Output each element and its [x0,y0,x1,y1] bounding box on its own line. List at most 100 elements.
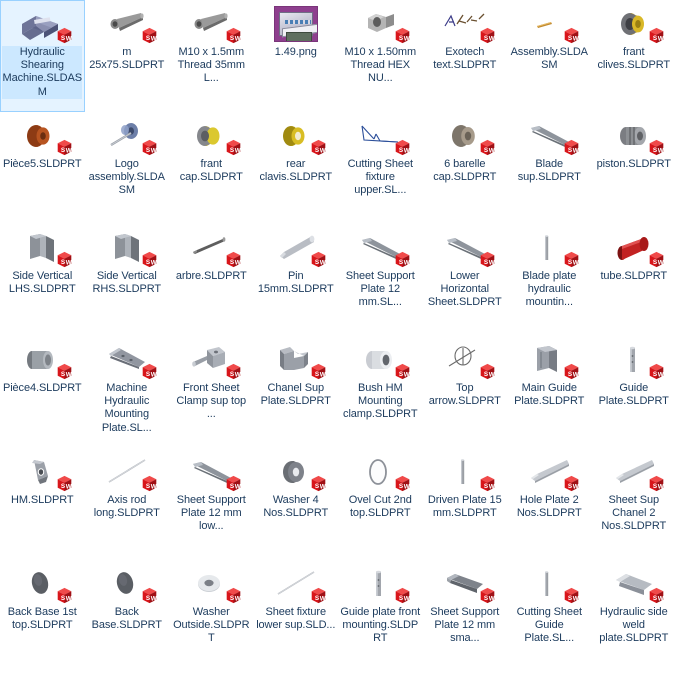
file-item[interactable]: S W Sheet Sup Chanel 2 Nos.SLDPRT [592,448,676,560]
file-item[interactable]: S W Axis rod long.SLDPRT [85,448,170,560]
file-name-label: 1.49.png [274,46,317,58]
file-thumbnail: SW [178,563,244,605]
file-thumbnail: SW [263,339,329,381]
file-item[interactable]: S W Washer 4 Nos.SLDPRT [254,448,339,560]
file-name-label: frant cap.SLDPRT [179,158,243,184]
file-thumbnail: SW [94,339,160,381]
file-item[interactable]: S W Exotech text.SLDPRT [423,0,508,112]
svg-text:S: S [653,147,657,154]
file-item[interactable]: S W Blade sup.SLDPRT [507,112,592,224]
svg-text:S: S [399,371,403,378]
file-item[interactable]: S W Machine Hydraulic Mounting Plate.SL... [85,336,170,448]
file-item[interactable]: S W Cutting Sheet fixture upper.SL... [338,112,423,224]
file-name-label: Washer Outside.SLDPRT [173,606,250,645]
solidworks-badge-icon: SW [564,139,579,156]
svg-text:S: S [484,371,488,378]
file-item[interactable]: S Wrear clavis.SLDPRT [254,112,339,224]
solidworks-badge-icon: SW [311,363,325,380]
file-name-label: Sheet Support Plate 12 mm sma... [430,606,500,645]
solidworks-badge-icon: SW [226,475,241,492]
svg-text:S: S [146,483,150,490]
thumbnail-art-png-image [273,6,318,42]
file-item[interactable]: S W Lower Horizontal Sheet.SLDPRT [423,224,508,336]
svg-text:W: W [235,483,241,490]
file-item[interactable]: S W HM.SLDPRT [0,448,85,560]
solidworks-badge-icon: SW [649,27,663,44]
file-item[interactable]: SW 6 barelle cap.SLDPRT [423,112,508,224]
file-item[interactable]: S W Guide Plate.SLDPRT [592,336,676,448]
file-item[interactable]: S W Chanel Sup Plate.SLDPRT [254,336,339,448]
svg-text:W: W [404,259,410,266]
svg-text:W: W [657,259,663,266]
file-item[interactable]: 1.49.png [254,0,339,112]
file-thumbnail: SW [347,339,413,381]
svg-text:S: S [653,595,657,602]
file-item[interactable]: S W Hydraulic Shearing Machine.SLDASM [0,0,85,112]
solidworks-badge-icon: SW [226,587,241,604]
file-item[interactable]: S Warbre.SLDPRT [169,224,254,336]
file-item[interactable]: S W Pin 15mm.SLDPRT [254,224,339,336]
solidworks-badge-icon: SW [57,587,72,604]
solidworks-badge-icon: SW [564,251,579,268]
file-item[interactable]: S Wtube.SLDPRT [592,224,676,336]
solidworks-badge-icon: SW [142,587,156,604]
file-item[interactable]: S W Back Base 1st top.SLDPRT [0,560,85,672]
file-icon-grid[interactable]: S W Hydraulic Shearing Machine.SLDASM S Wm 2… [0,0,676,672]
svg-text:S: S [315,147,319,154]
svg-text:W: W [150,595,156,602]
file-item[interactable]: S W Washer Outside.SLDPRT [169,560,254,672]
file-name-label: Pièce5.SLDPRT [2,158,82,170]
svg-text:S: S [61,35,65,42]
file-item[interactable]: S W Assembly.SLDASM [507,0,592,112]
file-thumbnail: SW [516,451,582,493]
file-item[interactable]: SWm 25x75.SLDPRT [85,0,170,112]
svg-text:W: W [573,595,579,602]
svg-text:W: W [235,595,241,602]
svg-text:W: W [66,483,72,490]
file-name-label: Machine Hydraulic Mounting Plate.SL... [101,382,152,434]
file-item[interactable]: S W M10 x 1.5mm Thread 35mm L... [169,0,254,112]
file-item[interactable]: S W M10 x 1.50mm Thread HEX NU... [338,0,423,112]
file-item[interactable]: S W Pièce4.SLDPRT [0,336,85,448]
solidworks-badge-icon: SW [226,27,241,44]
svg-text:W: W [573,147,579,154]
file-item[interactable]: S W Guide plate front mounting.SLDPRT [338,560,423,672]
file-name-label: Main Guide Plate.SLDPRT [514,382,585,408]
file-item[interactable]: S W Cutting Sheet Guide Plate.SL... [507,560,592,672]
file-item[interactable]: S W Sheet Support Plate 12 mm low... [169,448,254,560]
file-item[interactable]: S W frant clives.SLDPRT [592,0,676,112]
svg-text:W: W [657,35,663,42]
file-name-label: frant clives.SLDPRT [597,46,671,72]
file-item[interactable]: S W Logo assembly.SLDASM [85,112,170,224]
file-item[interactable]: S W Side Vertical LHS.SLDPRT [0,224,85,336]
svg-text:S: S [399,35,403,42]
file-item[interactable]: S W Hydraulic side weld plate.SLDPRT [592,560,676,672]
svg-text:W: W [235,371,241,378]
file-name-label: rear clavis.SLDPRT [259,158,333,184]
svg-text:W: W [150,483,156,490]
file-thumbnail: SW [9,115,75,157]
file-item[interactable]: S W Driven Plate 15 mm.SLDPRT [423,448,508,560]
file-item[interactable]: S Wpiston.SLDPRT [592,112,676,224]
file-item[interactable]: S W Main Guide Plate.SLDPRT [507,336,592,448]
file-item[interactable]: S W Top arrow.SLDPRT [423,336,508,448]
file-item[interactable]: S W Back Base.SLDPRT [85,560,170,672]
solidworks-badge-icon: SW [395,251,410,268]
file-item[interactable]: S W Ovel Cut 2nd top.SLDPRT [338,448,423,560]
file-item[interactable]: S W Sheet fixture lower sup.SLD... [254,560,339,672]
file-thumbnail: SW [347,451,413,493]
solidworks-badge-icon: SW [564,475,579,492]
file-thumbnail: SW [601,115,667,157]
svg-text:S: S [653,371,657,378]
file-item[interactable]: S W Hole Plate 2 Nos.SLDPRT [507,448,592,560]
svg-text:S: S [568,371,572,378]
file-item[interactable]: S W Pièce5.SLDPRT [0,112,85,224]
file-item[interactable]: S W Side Vertical RHS.SLDPRT [85,224,170,336]
file-name-label: Driven Plate 15 mm.SLDPRT [427,494,502,520]
file-item[interactable]: S W Sheet Support Plate 12 mm.SL... [338,224,423,336]
file-item[interactable]: S W Bush HM Mounting clamp.SLDPRT [338,336,423,448]
file-item[interactable]: S W Front Sheet Clamp sup top ... [169,336,254,448]
file-item[interactable]: S W Sheet Support Plate 12 mm sma... [423,560,508,672]
file-item[interactable]: S W Blade plate hydraulic mountin... [507,224,592,336]
file-item[interactable]: S Wfrant cap.SLDPRT [169,112,254,224]
